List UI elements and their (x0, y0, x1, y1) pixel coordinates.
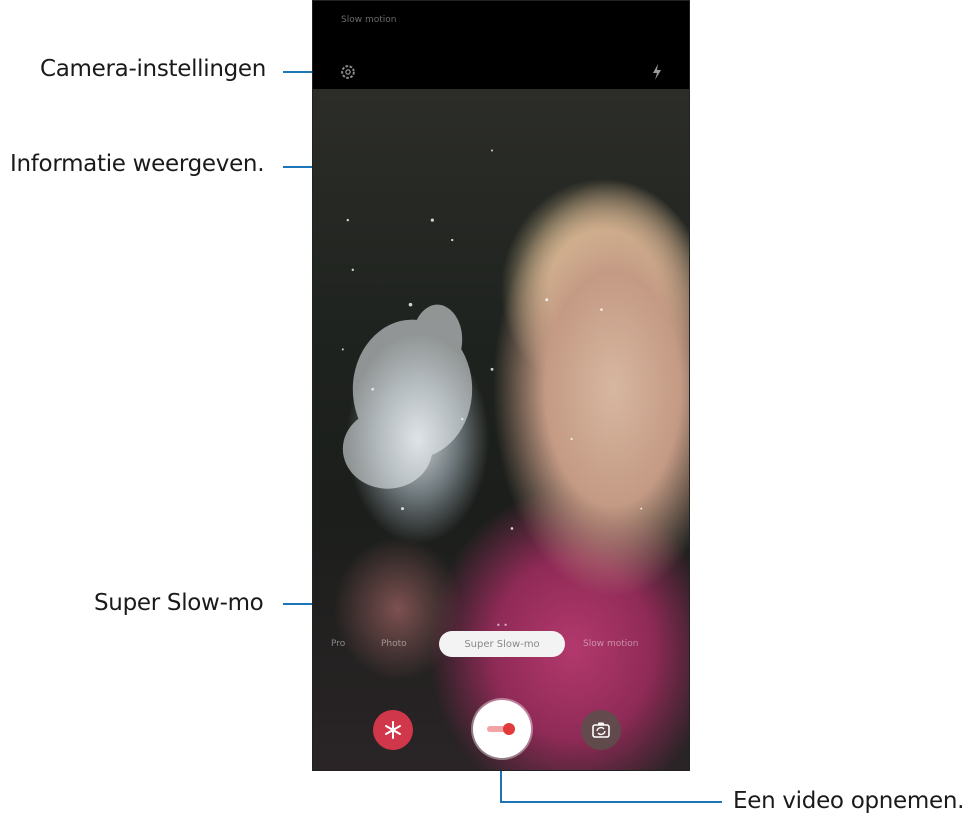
callout-record: Een video opnemen. (733, 788, 965, 814)
callout-info: Informatie weergeven. (10, 151, 265, 177)
callout-super-slowmo: Super Slow-mo (94, 590, 264, 616)
mode-item-left-0[interactable]: Pro (331, 639, 345, 649)
snowflake-effect-icon (385, 721, 401, 739)
mode-title: Slow motion (341, 15, 397, 25)
mode-item-right-0[interactable]: Slow motion (583, 639, 638, 649)
flash-icon[interactable] (651, 64, 663, 80)
gear-icon[interactable] (339, 63, 357, 81)
mode-item-left-1[interactable]: Photo (381, 639, 407, 649)
effect-button[interactable] (373, 710, 413, 750)
callout-line-record-h (500, 801, 722, 803)
switch-camera-icon (592, 722, 610, 738)
camera-top-bar: Slow motion (313, 1, 689, 89)
water-splash-overlay (341, 149, 643, 530)
record-button[interactable] (473, 700, 531, 758)
record-icon (487, 723, 515, 735)
mode-super-slowmo[interactable]: Super Slow-mo (439, 631, 565, 657)
camera-viewfinder[interactable]: • • Pro Photo Super Slow-mo Slow motion (313, 89, 689, 770)
mode-selector-bar: • • Pro Photo Super Slow-mo Slow motion (313, 621, 689, 657)
mode-indicator-dots: • • (496, 621, 508, 630)
phone-screen: Slow motion • • Pro Photo Super Slow-mo … (312, 0, 690, 771)
callout-camera-settings: Camera-instellingen (40, 56, 267, 82)
switch-camera-button[interactable] (581, 710, 621, 750)
